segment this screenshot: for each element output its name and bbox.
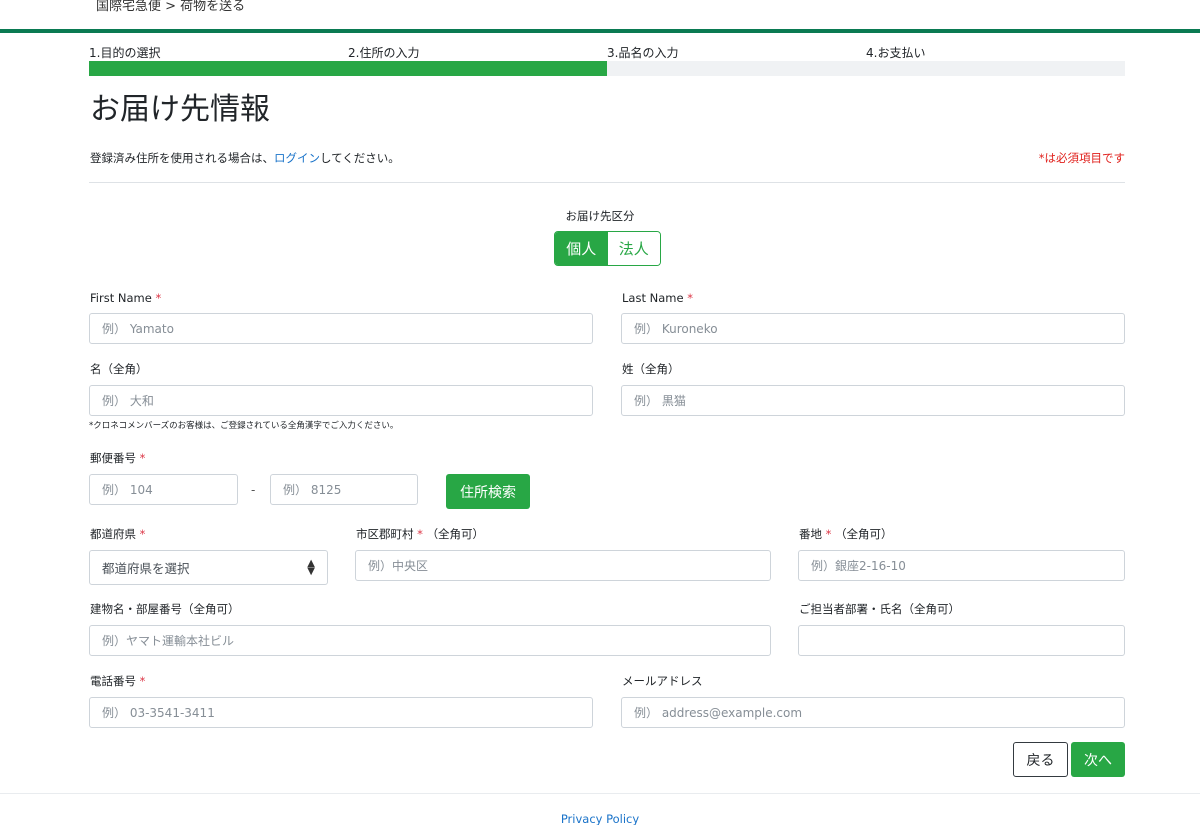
step-2-label: 2.住所の入力 <box>348 46 420 60</box>
given-name-kanji-input[interactable] <box>89 385 593 416</box>
login-note-before: 登録済み住所を使用される場合は、 <box>90 151 274 165</box>
last-name-label-text: Last Name <box>622 291 684 305</box>
prefecture-label: 都道府県 * <box>90 527 145 541</box>
city-input[interactable] <box>355 550 771 581</box>
step-4-label: 4.お支払い <box>866 46 926 60</box>
postal-code-label: 郵便番号 * <box>90 451 145 465</box>
first-name-label-text: First Name <box>90 291 152 305</box>
step-1-label: 1.目的の選択 <box>89 46 161 60</box>
required-mark: * <box>139 527 146 541</box>
progress-fill <box>89 61 607 76</box>
login-note: 登録済み住所を使用される場合は、ログインしてください。 <box>90 151 400 165</box>
toggle-corporate[interactable]: 法人 <box>607 232 660 265</box>
contact-person-input[interactable] <box>798 625 1125 656</box>
top-bar <box>0 29 1200 33</box>
next-button[interactable]: 次へ <box>1071 742 1125 777</box>
required-mark: * <box>687 291 693 305</box>
city-label-suffix: （全角可） <box>426 527 485 541</box>
required-mark: * <box>825 527 832 541</box>
select-updown-icon: ▲ ▼ <box>307 557 315 577</box>
recipient-type-label: お届け先区分 <box>565 209 635 223</box>
family-name-kanji-label: 姓（全角） <box>622 362 680 376</box>
first-name-label: First Name * <box>90 291 161 305</box>
required-mark: * <box>139 451 146 465</box>
login-note-after: してください。 <box>320 151 400 165</box>
login-link[interactable]: ログイン <box>274 151 320 165</box>
footer-divider <box>0 793 1200 794</box>
privacy-policy-link[interactable]: Privacy Policy <box>0 812 1200 825</box>
family-name-kanji-input[interactable] <box>621 385 1125 416</box>
prefecture-label-text: 都道府県 <box>90 527 136 541</box>
toggle-individual[interactable]: 個人 <box>555 232 608 265</box>
street-label: 番地 * （全角可） <box>799 527 893 541</box>
building-label: 建物名・部屋番号（全角可） <box>90 602 240 616</box>
postal-code-separator: - <box>251 483 256 497</box>
last-name-input[interactable] <box>621 313 1125 344</box>
required-mark: * <box>155 291 162 305</box>
required-mark: * <box>139 674 146 688</box>
email-label: メールアドレス <box>622 674 703 688</box>
phone-input[interactable] <box>89 697 593 728</box>
kanji-hint: *クロネコメンバーズのお客様は、ご登録されている全角漢字でご入力ください。 <box>89 421 399 431</box>
breadcrumb: 国際宅急便 > 荷物を送る <box>96 0 246 14</box>
street-label-text: 番地 <box>799 527 822 541</box>
contact-person-label: ご担当者部署・氏名（全角可） <box>799 602 960 616</box>
back-button[interactable]: 戻る <box>1013 742 1068 777</box>
address-search-button[interactable]: 住所検索 <box>446 474 530 509</box>
step-3-label: 3.品名の入力 <box>607 46 679 60</box>
postal-code-second-input[interactable] <box>270 474 418 505</box>
progress-bar <box>89 61 1125 76</box>
city-label: 市区郡町村 * （全角可） <box>356 527 484 541</box>
prefecture-select[interactable]: 都道府県を選択 ▲ ▼ <box>89 550 328 585</box>
required-mark: * <box>417 527 423 541</box>
phone-label-text: 電話番号 <box>90 674 136 688</box>
email-input[interactable] <box>621 697 1125 728</box>
postal-code-first-input[interactable] <box>89 474 238 505</box>
divider <box>89 182 1125 183</box>
street-label-suffix: （全角可） <box>835 527 893 541</box>
recipient-type-toggle: 個人 法人 <box>554 231 661 266</box>
building-input[interactable] <box>89 625 771 656</box>
city-label-text: 市区郡町村 <box>356 527 414 541</box>
prefecture-select-value: 都道府県を選択 <box>102 561 190 576</box>
phone-label: 電話番号 * <box>90 674 145 688</box>
first-name-input[interactable] <box>89 313 593 344</box>
last-name-label: Last Name * <box>622 291 693 305</box>
postal-code-label-text: 郵便番号 <box>90 451 136 465</box>
required-note: *は必須項目です <box>1038 151 1125 165</box>
given-name-kanji-label: 名（全角） <box>90 362 148 376</box>
page-title: お届け先情報 <box>90 92 270 127</box>
street-input[interactable] <box>798 550 1125 581</box>
